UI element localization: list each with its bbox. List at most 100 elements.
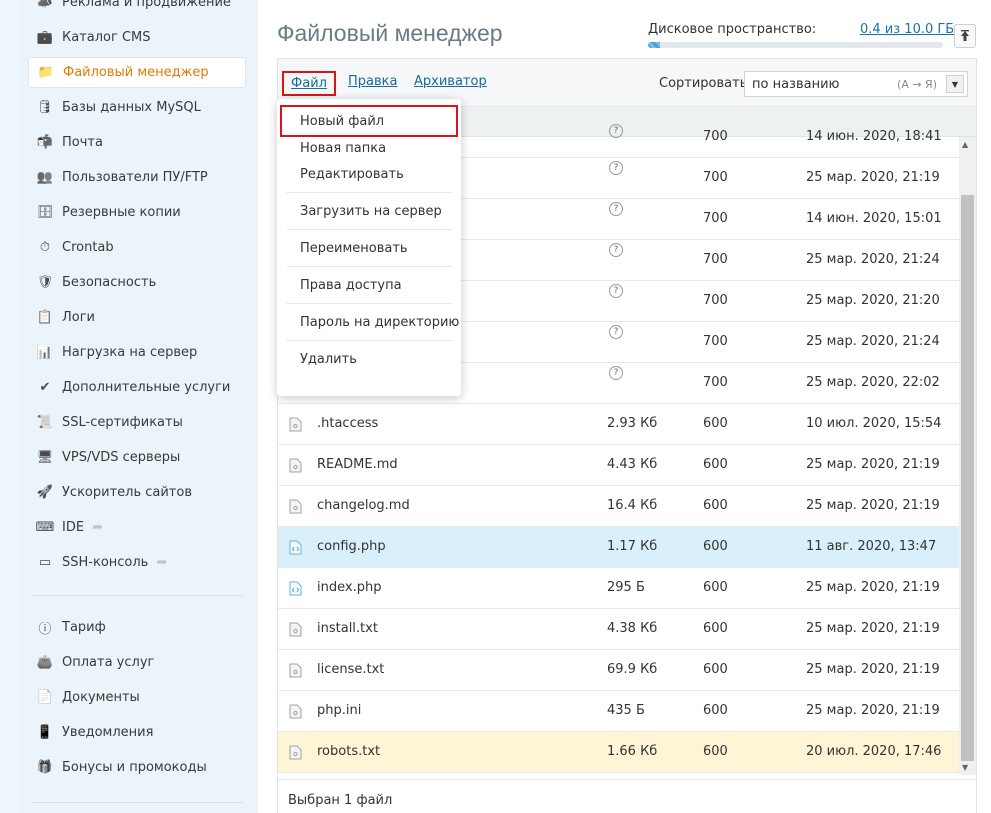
bar-chart-icon: 📊: [36, 345, 54, 360]
question-icon[interactable]: ?: [609, 161, 623, 175]
table-row[interactable]: README.md 4.43 Кб 600 25 мар. 2020, 21:19: [278, 445, 959, 486]
menu-item-new-file[interactable]: Новый файл: [280, 105, 458, 137]
disk-space-value[interactable]: 0.4 из 10.0 ГБ: [860, 22, 954, 37]
sidebar-item-label: Реклама и продвижение: [62, 0, 231, 10]
file-icon: [289, 622, 302, 637]
question-icon[interactable]: ?: [609, 284, 623, 298]
menu-item-edit[interactable]: Редактировать: [300, 167, 404, 182]
menu-divider: [286, 229, 452, 230]
scrollbar-thumb[interactable]: [961, 195, 974, 761]
menu-item-permissions[interactable]: Права доступа: [300, 278, 402, 293]
file-permissions: 600: [703, 416, 728, 431]
file-date: 25 мар. 2020, 21:19: [806, 621, 940, 636]
sidebar-item-log[interactable]: 📋 Логи: [28, 302, 246, 333]
code-file-icon: [289, 581, 302, 596]
sidebar-item-label: VPS/VDS серверы: [62, 450, 181, 465]
documents-icon: 📄: [36, 690, 54, 705]
sidebar-item-server[interactable]: 🖥 VPS/VDS серверы: [28, 442, 246, 473]
sidebar-item-documents[interactable]: 📄 Документы: [28, 682, 246, 713]
file-permissions: 600: [703, 703, 728, 718]
question-icon[interactable]: ?: [609, 325, 623, 339]
sidebar-item-users[interactable]: 👥 Пользователи ПУ/FTP: [28, 162, 246, 193]
file-name: README.md: [317, 457, 398, 472]
sidebar-item-certificate[interactable]: 📜 SSL-сертификаты: [28, 407, 246, 438]
scroll-up-icon[interactable]: ▲: [962, 140, 968, 149]
menu-item-upload[interactable]: Загрузить на сервер: [300, 204, 442, 219]
sidebar-item-backup[interactable]: 🗄 Резервные копии: [28, 197, 246, 228]
file-permissions: 600: [703, 539, 728, 554]
table-row[interactable]: .htaccess 2.93 Кб 600 10 июл. 2020, 15:54: [278, 404, 959, 445]
sidebar-item-label: Тариф: [62, 620, 106, 635]
menu-divider: [286, 266, 452, 267]
file-date: 25 мар. 2020, 21:19: [806, 498, 940, 513]
scroll-down-icon[interactable]: ▼: [962, 763, 968, 772]
database-icon: 🛢: [36, 100, 54, 115]
sidebar-item-gift[interactable]: 🎁 Бонусы и промокоды: [28, 752, 246, 783]
sidebar-item-mailbox[interactable]: 📬 Почта: [28, 127, 246, 158]
upload-button[interactable]: [954, 24, 976, 48]
sidebar-item-terminal[interactable]: ▭ SSH-консоль ➦: [28, 547, 246, 578]
sidebar-item-label: Резервные копии: [62, 205, 181, 220]
sort-select[interactable]: по названию (А → Я) ▼: [744, 71, 968, 97]
file-icon: [289, 704, 302, 719]
question-icon[interactable]: ?: [609, 243, 623, 257]
file-icon: [289, 417, 302, 432]
briefcase-icon: 💼: [36, 30, 54, 45]
sidebar-item-database[interactable]: 🛢 Базы данных MySQL: [28, 92, 246, 123]
tab-edit[interactable]: Правка: [348, 74, 397, 89]
tab-file[interactable]: Файл: [282, 71, 336, 96]
sidebar-item-code[interactable]: ⌨ IDE ➦: [28, 512, 246, 543]
file-permissions: 600: [703, 621, 728, 636]
file-size: 1.66 Кб: [607, 744, 658, 759]
table-row[interactable]: config.php 1.17 Кб 600 11 авг. 2020, 13:47: [278, 527, 959, 568]
sort-hint: (А → Я): [897, 78, 937, 91]
table-row[interactable]: changelog.md 16.4 Кб 600 25 мар. 2020, 21:1…: [278, 486, 959, 527]
file-permissions: 700: [703, 129, 728, 144]
sidebar-item-rocket[interactable]: 🚀 Ускоритель сайтов: [28, 477, 246, 508]
menu-item-delete[interactable]: Удалить: [300, 352, 357, 367]
file-permissions: 700: [703, 334, 728, 349]
file-size: 4.38 Кб: [607, 621, 658, 636]
sort-value: по названию: [752, 76, 840, 92]
question-icon[interactable]: ?: [609, 124, 623, 138]
sidebar-item-shield[interactable]: 🛡 Безопасность: [28, 267, 246, 298]
chevron-down-icon[interactable]: ▼: [946, 75, 964, 93]
table-row[interactable]: index.php 295 Б 600 25 мар. 2020, 21:19: [278, 568, 959, 609]
file-size: 2.93 Кб: [607, 416, 658, 431]
table-row[interactable]: php.ini 435 Б 600 25 мар. 2020, 21:19: [278, 691, 959, 732]
sidebar-item-megaphone[interactable]: 📣 Реклама и продвижение: [28, 0, 246, 18]
certificate-icon: 📜: [36, 415, 54, 430]
table-row[interactable]: license.txt 69.9 Кб 600 25 мар. 2020, 21:19: [278, 650, 959, 691]
menu-item-new-folder[interactable]: Новая папка: [300, 141, 386, 156]
menu-item-rename[interactable]: Переименовать: [300, 241, 408, 256]
sidebar-item-label: Нагрузка на сервер: [62, 345, 198, 360]
status-bar: Выбран 1 файл: [278, 779, 976, 813]
question-icon[interactable]: ?: [609, 366, 623, 380]
sidebar-item-phone[interactable]: 📱 Уведомления: [28, 717, 246, 748]
sidebar-item-bar-chart[interactable]: 📊 Нагрузка на сервер: [28, 337, 246, 368]
terminal-icon: ▭: [38, 555, 52, 570]
sidebar-item-folder[interactable]: 📁 Файловый менеджер: [28, 57, 246, 88]
sidebar-item-label: Ускоритель сайтов: [62, 485, 192, 500]
file-size: 4.43 Кб: [607, 457, 658, 472]
sidebar-item-info[interactable]: ⓘ Тариф: [28, 612, 246, 643]
sidebar-item-badge-check[interactable]: ✔ Дополнительные услуги: [28, 372, 246, 403]
sidebar-item-clock[interactable]: ⏱ Crontab: [28, 232, 246, 263]
table-row[interactable]: robots.txt 1.66 Кб 600 20 июл. 2020, 17:46: [278, 732, 959, 773]
file-icon: [289, 663, 302, 678]
sidebar-item-wallet[interactable]: 👛 Оплата услуг: [28, 647, 246, 678]
table-row[interactable]: install.txt 4.38 Кб 600 25 мар. 2020, 21:19: [278, 609, 959, 650]
disk-space-label: Дисковое пространство:: [648, 22, 817, 37]
sidebar-item-label: SSH-консоль: [62, 555, 149, 570]
rocket-icon: 🚀: [36, 485, 54, 500]
sidebar-item-label: Почта: [62, 135, 103, 150]
mailbox-icon: 📬: [36, 135, 54, 150]
tab-archiver[interactable]: Архиватор: [414, 74, 487, 89]
question-icon[interactable]: ?: [609, 202, 623, 216]
menu-item-directory-password[interactable]: Пароль на директорию: [300, 315, 459, 330]
selection-status: Выбран 1 файл: [288, 793, 393, 808]
sidebar-item-briefcase[interactable]: 💼 Каталог CMS: [28, 22, 246, 53]
sidebar-item-label: IDE: [62, 520, 85, 535]
scrollbar[interactable]: ▲ ▼: [959, 137, 976, 775]
file-size: 69.9 Кб: [607, 662, 658, 677]
